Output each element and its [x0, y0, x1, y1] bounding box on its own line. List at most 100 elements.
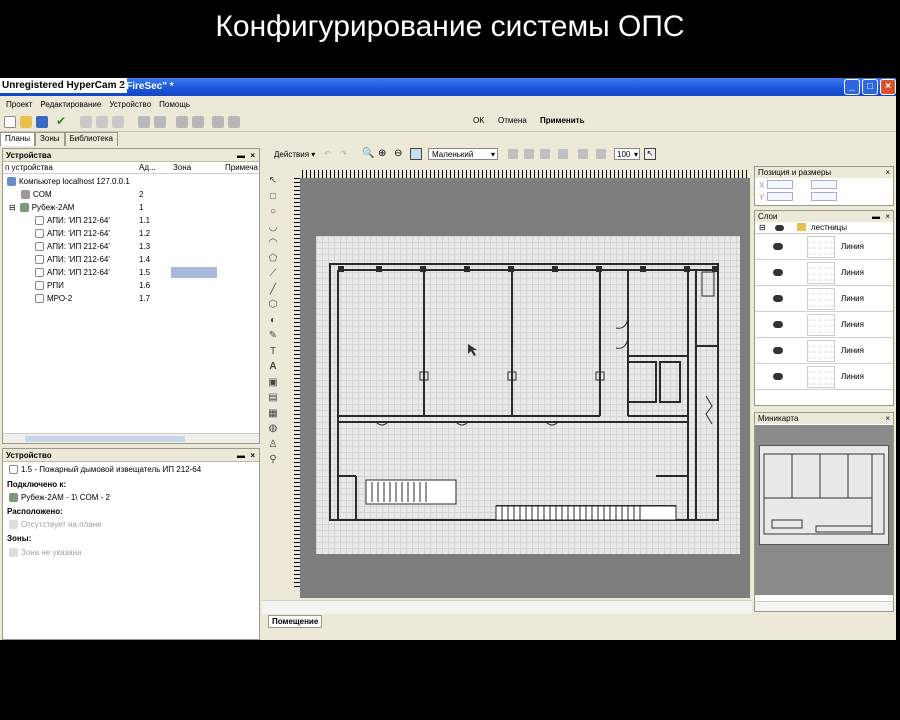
menu-project[interactable]: Проект [6, 98, 32, 112]
device-add-icon[interactable] [138, 116, 150, 128]
zoom-icon[interactable]: 🔍 [362, 148, 374, 159]
pin-icon[interactable]: ▬ [872, 211, 880, 222]
layer-item[interactable]: Линия [755, 260, 893, 286]
frame-icon[interactable]: ▤ [266, 391, 280, 405]
col-note[interactable]: Примеча [225, 163, 258, 172]
select-arrow-icon[interactable]: ↖ [266, 174, 280, 188]
layer-item[interactable]: Линия [755, 234, 893, 260]
tab-library[interactable]: Библиотека [64, 132, 118, 146]
ellipse-icon[interactable]: ○ [266, 205, 280, 219]
device-remove-icon[interactable] [154, 116, 166, 128]
eye-icon[interactable] [773, 347, 783, 354]
devices-hscroll[interactable] [3, 433, 259, 443]
tree-row[interactable]: АПИ: 'ИП 212-64' [35, 253, 110, 266]
tree-row[interactable]: АПИ: 'ИП 212-64' [35, 240, 110, 253]
tab-plans[interactable]: Планы [0, 132, 36, 146]
maximize-button[interactable]: □ [862, 79, 878, 95]
menu-device[interactable]: Устройство [109, 98, 151, 112]
tree-row[interactable]: COM [21, 188, 52, 201]
arc-icon[interactable]: ◡ [266, 221, 280, 235]
eye-icon[interactable] [775, 225, 784, 231]
copy-icon[interactable] [96, 116, 108, 128]
layer-group[interactable]: ⊟ лестницы [755, 222, 893, 234]
pin-icon[interactable]: ▬ [237, 149, 245, 162]
tree-row[interactable]: АПИ: 'ИП 212-64' [35, 227, 110, 240]
pointer-icon[interactable]: ↖ [644, 148, 656, 160]
align-left-icon[interactable] [508, 149, 518, 159]
person-icon[interactable]: ♙ [266, 438, 280, 452]
floor-plan-sheet[interactable] [316, 236, 740, 554]
shape-icon[interactable]: ⬡ [266, 298, 280, 312]
tree-row[interactable]: ⊟ Рубеж-2АМ [9, 201, 74, 214]
zoom-in-icon[interactable]: ⊕ [378, 148, 386, 159]
canvas-hscroll[interactable] [262, 600, 752, 614]
layer-item[interactable]: Линия [755, 338, 893, 364]
text-tool-icon[interactable]: T [266, 345, 280, 359]
plan-canvas[interactable] [300, 178, 750, 598]
eye-icon[interactable] [773, 373, 783, 380]
minimize-button[interactable]: _ [844, 79, 860, 95]
ok-button[interactable]: OK [473, 116, 485, 125]
tree-row[interactable]: РПИ [35, 279, 64, 292]
minimap-view[interactable] [755, 425, 893, 595]
rectangle-icon[interactable]: □ [266, 190, 280, 204]
brush-icon[interactable]: ✎ [266, 329, 280, 343]
cut-icon[interactable] [80, 116, 92, 128]
save-icon[interactable] [36, 116, 48, 128]
bring-front-icon[interactable] [558, 149, 568, 159]
width-field[interactable] [811, 180, 837, 189]
new-icon[interactable] [4, 116, 16, 128]
connected-value[interactable]: Рубеж-2АМ - 1\ COM - 2 [9, 493, 110, 503]
col-zone[interactable]: Зона [173, 163, 191, 172]
tree-row[interactable]: Компьютер localhost 127.0.0.1 [7, 175, 130, 188]
close-icon[interactable]: × [885, 413, 890, 424]
settings-icon[interactable] [212, 116, 224, 128]
pin-icon[interactable]: ▬ [237, 449, 245, 462]
zone-tool-icon[interactable]: ▦ [266, 407, 280, 421]
polygon-icon[interactable]: ⬠ [266, 252, 280, 266]
scroll-thumb[interactable] [25, 436, 185, 442]
col-device[interactable]: п устройства [5, 163, 53, 172]
layer-item[interactable]: Линия [755, 364, 893, 390]
read-config-icon[interactable] [176, 116, 188, 128]
layer-item[interactable]: Линия [755, 286, 893, 312]
y-field[interactable] [767, 192, 793, 201]
menu-edit[interactable]: Редактирование [40, 98, 101, 112]
zoom-out-icon[interactable]: ⊖ [394, 148, 402, 159]
menu-help[interactable]: Помощь [159, 98, 190, 112]
group-icon[interactable] [578, 149, 588, 159]
eye-icon[interactable] [773, 295, 783, 302]
tab-zones[interactable]: Зоны [35, 132, 65, 146]
x-field[interactable] [767, 180, 793, 189]
tree-row[interactable]: МРО-2 [35, 292, 72, 305]
tab-room[interactable]: Помещение [268, 615, 323, 628]
write-config-icon[interactable] [192, 116, 204, 128]
close-icon[interactable]: × [250, 449, 255, 462]
height-field[interactable] [811, 192, 837, 201]
minimap-hscroll[interactable] [755, 601, 893, 611]
pin-tool-icon[interactable]: ⚲ [266, 453, 280, 467]
zone-selection[interactable] [171, 267, 217, 278]
ungroup-icon[interactable] [596, 149, 606, 159]
undo-icon[interactable]: ↶ [324, 149, 331, 158]
close-icon[interactable]: × [250, 149, 255, 162]
align-right-icon[interactable] [540, 149, 550, 159]
layer-item[interactable]: Линия [755, 312, 893, 338]
close-icon[interactable]: × [885, 211, 890, 222]
align-center-icon[interactable] [524, 149, 534, 159]
tools-icon[interactable] [228, 116, 240, 128]
polyline-icon[interactable]: ⟋ [266, 267, 280, 281]
paste-icon[interactable] [112, 116, 124, 128]
size-select[interactable]: Маленький ▾ [428, 148, 498, 160]
eye-icon[interactable] [773, 243, 783, 250]
line-icon[interactable]: ╱ [266, 283, 280, 297]
check-icon[interactable]: ✔ [56, 114, 68, 128]
image-icon[interactable]: ▣ [266, 376, 280, 390]
redo-icon[interactable]: ↷ [340, 149, 347, 158]
curve-icon[interactable]: ◠ [266, 236, 280, 250]
cancel-button[interactable]: Отмена [498, 116, 527, 125]
text-icon[interactable]: A [266, 360, 280, 374]
device-tool-icon[interactable]: ◍ [266, 422, 280, 436]
open-folder-icon[interactable] [20, 116, 32, 128]
tree-row[interactable]: АПИ: 'ИП 212-64' [35, 214, 110, 227]
